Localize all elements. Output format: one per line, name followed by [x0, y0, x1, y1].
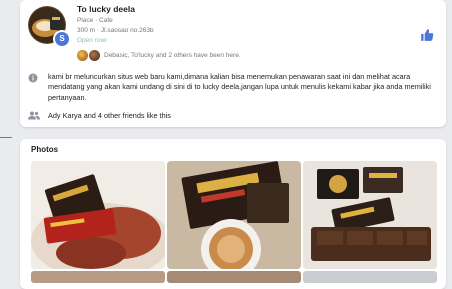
place-category: Place · Cafe	[77, 17, 113, 24]
photo-thumbnail[interactable]	[167, 161, 301, 269]
like-button[interactable]	[420, 28, 434, 42]
photo-thumbnail[interactable]	[167, 271, 301, 283]
info-icon	[28, 73, 38, 83]
place-card: S To lucky deela Place · Cafe 300 m · Jl…	[20, 0, 446, 127]
friends-icon	[28, 111, 40, 120]
edge-divider	[0, 137, 12, 138]
visitors-row[interactable]: Debasic, To'lucky and 2 others have been…	[77, 49, 241, 61]
photos-card: Photos	[20, 139, 446, 289]
photo-thumbnail[interactable]	[303, 271, 437, 283]
visitor-avatar	[89, 49, 100, 61]
friends-text: Ady Karya and 4 other friends like this	[48, 111, 171, 120]
photo-thumbnail[interactable]	[31, 271, 165, 283]
about-row: kami br meluncurkan situs web baru kami,…	[28, 72, 438, 103]
friends-row[interactable]: Ady Karya and 4 other friends like this	[28, 111, 438, 120]
messenger-badge: S	[53, 30, 71, 48]
visitor-avatar	[77, 49, 88, 61]
visitors-text: Debasic, To'lucky and 2 others have been…	[104, 51, 241, 59]
place-address: 300 m · Jl.saosao no.263b	[77, 27, 154, 34]
photos-title[interactable]: Photos	[31, 145, 58, 154]
photo-thumbnail[interactable]	[31, 161, 165, 269]
about-text: kami br meluncurkan situs web baru kami,…	[48, 72, 431, 102]
photo-thumbnail[interactable]	[303, 161, 437, 269]
place-hours: Open now	[77, 37, 107, 44]
place-name[interactable]: To lucky deela	[77, 4, 135, 14]
thumbs-up-icon	[421, 29, 434, 41]
